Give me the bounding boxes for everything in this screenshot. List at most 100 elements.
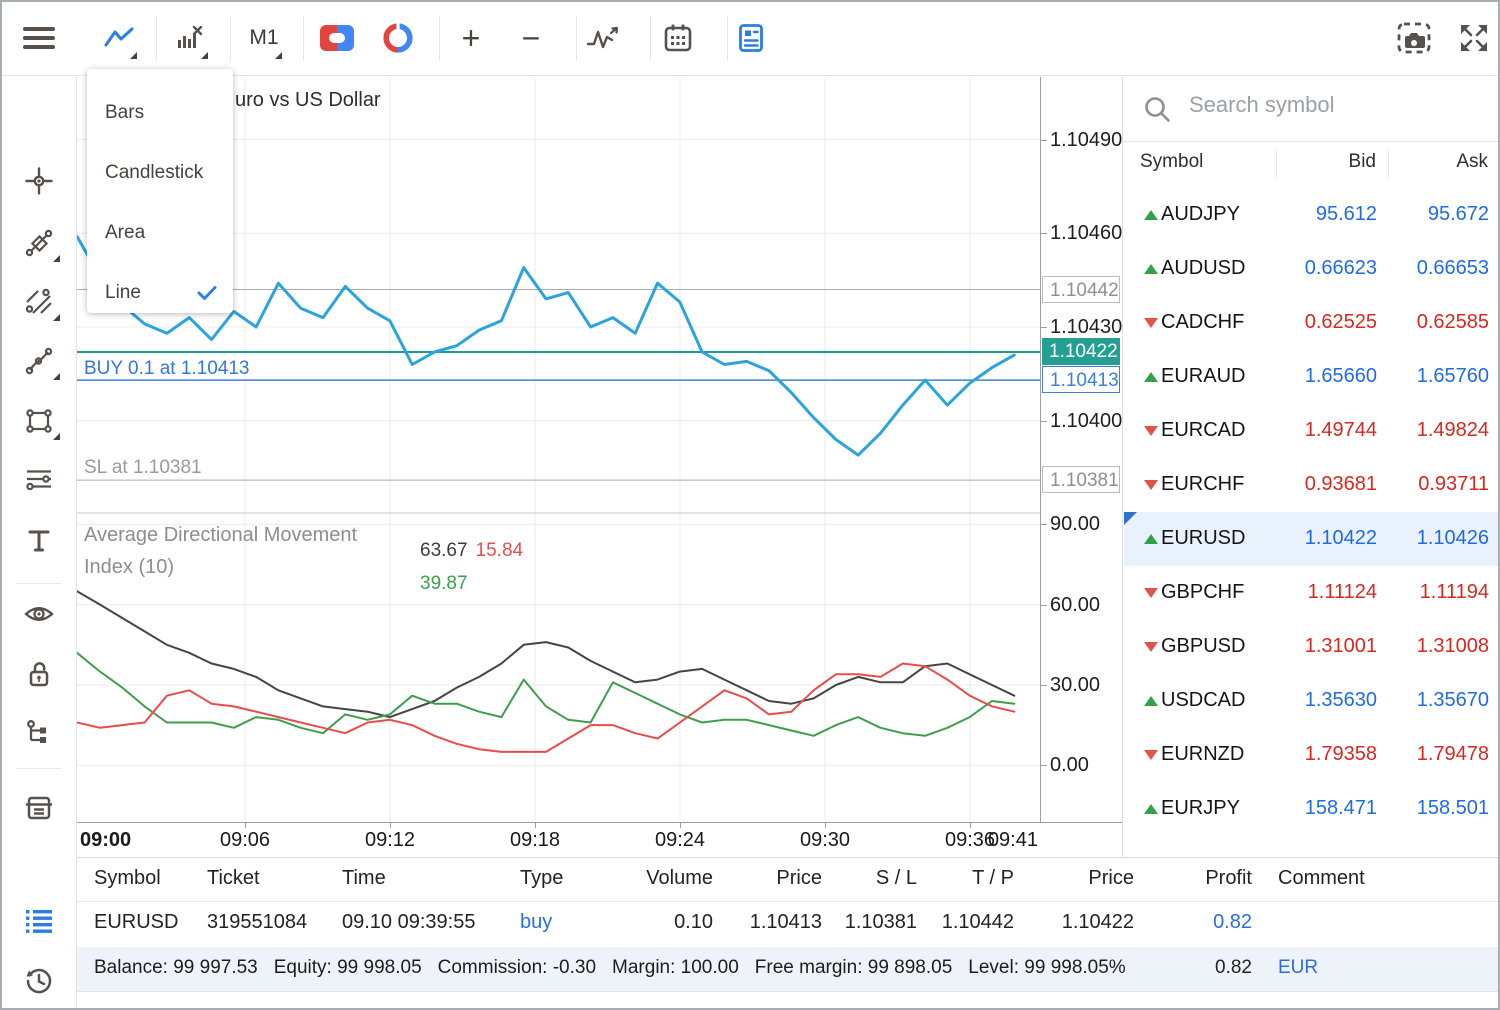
- price-axis[interactable]: 1.104901.104601.104301.1040090.0060.0030…: [1040, 77, 1123, 822]
- price-down-icon: [1144, 426, 1158, 436]
- adx-value: 63.67: [420, 540, 468, 561]
- indicator-name-line2: Index (10): [84, 556, 174, 579]
- polyline-tool-button[interactable]: [14, 336, 64, 386]
- market-watch-row[interactable]: EURJPY158.471158.501: [1124, 782, 1500, 836]
- price-axis-label: 1.10460: [1050, 221, 1122, 245]
- price-down-icon: [1144, 588, 1158, 598]
- market-watch-row[interactable]: GBPUSD1.310011.31008: [1124, 620, 1500, 674]
- toolbar-separator: [576, 16, 577, 61]
- history-clock-icon: [24, 966, 54, 996]
- toolbar-separator: [727, 16, 728, 61]
- unlock-icon: [26, 660, 52, 688]
- zoom-in-button[interactable]: +: [449, 11, 493, 65]
- position-tp: 1.10442: [904, 911, 1014, 934]
- one-click-trading-button[interactable]: [315, 11, 359, 65]
- timeframe-button[interactable]: M1: [242, 11, 286, 65]
- time-axis-tick: [680, 823, 681, 828]
- donut-chart-button[interactable]: [376, 11, 420, 65]
- axis-tick-mark: [1041, 685, 1047, 686]
- trade-list-button[interactable]: [14, 896, 64, 946]
- visibility-button[interactable]: [14, 589, 64, 639]
- parallel-lines-icon: [25, 288, 53, 316]
- channel-lines-tool-button[interactable]: [14, 277, 64, 327]
- market-watch-row[interactable]: EURCAD1.497441.49824: [1124, 404, 1500, 458]
- header-column-separator: [1276, 149, 1277, 179]
- symbol-name: EURUSD: [1161, 527, 1245, 550]
- calendar-button[interactable]: [656, 11, 700, 65]
- screenshot-button[interactable]: [1392, 11, 1436, 65]
- price-axis-label: 1.10400: [1050, 409, 1122, 433]
- summary-equity: Equity: 99 998.05: [274, 957, 422, 978]
- print-button[interactable]: [14, 783, 64, 833]
- market-watch-row[interactable]: USDCAD1.356301.35670: [1124, 674, 1500, 728]
- indicators-button[interactable]: [581, 11, 625, 65]
- bid-price: 0.66623: [1267, 257, 1377, 280]
- text-tool-button[interactable]: [14, 516, 64, 566]
- price-down-icon: [1144, 318, 1158, 328]
- hamburger-menu-icon: [22, 25, 56, 51]
- market-watch-row[interactable]: AUDJPY 95.61295.672: [1124, 188, 1500, 242]
- trade-column-header: S / L: [807, 867, 917, 890]
- chart-type-option-candlestick[interactable]: Candlestick: [87, 143, 233, 203]
- market-watch-column-symbol: Symbol: [1140, 151, 1260, 173]
- chart-type-option-line[interactable]: Line: [87, 263, 233, 323]
- crosshair-tool-button[interactable]: [14, 156, 64, 206]
- time-axis-tick: [535, 823, 536, 828]
- chart-type-option-area[interactable]: Area: [87, 203, 233, 263]
- lock-objects-button[interactable]: [14, 649, 64, 699]
- bid-price: 1.79358: [1267, 743, 1377, 766]
- symbol-name: EURJPY: [1161, 797, 1240, 820]
- horizontal-lines-tool-button[interactable]: [14, 455, 64, 505]
- toolbar-separator: [230, 16, 231, 61]
- ask-price: 1.65760: [1379, 365, 1489, 388]
- search-symbol-input[interactable]: [1187, 91, 1481, 119]
- objects-list-button[interactable]: [14, 708, 64, 758]
- market-watch-row[interactable]: GBPCHF1.111241.11194: [1124, 566, 1500, 620]
- market-watch-row[interactable]: EURCHF0.936810.93711: [1124, 458, 1500, 512]
- ask-price: 95.672: [1379, 203, 1489, 226]
- measure-tool-button[interactable]: [14, 218, 64, 268]
- time-axis-label: 09:41: [954, 829, 1038, 852]
- search-icon: [1143, 95, 1171, 123]
- bars-remove-icon: [177, 26, 203, 50]
- ask-price: 158.501: [1379, 797, 1489, 820]
- price-axis-label: 1.10430: [1050, 315, 1122, 339]
- shapes-tool-button[interactable]: [14, 396, 64, 446]
- timeframe-label: M1: [249, 26, 278, 50]
- bid-price: 0.62525: [1267, 311, 1377, 334]
- time-axis-tick: [390, 823, 391, 828]
- chart-type-button[interactable]: [97, 11, 141, 65]
- price-up-icon: [1144, 264, 1158, 274]
- bid-price: 95.612: [1267, 203, 1377, 226]
- ask-price: 0.93711: [1379, 473, 1489, 496]
- market-watch-row[interactable]: AUDUSD0.666230.66653: [1124, 242, 1500, 296]
- chart-type-option-bars[interactable]: Bars: [87, 83, 233, 143]
- indicator-values: 63.6715.84: [420, 540, 523, 562]
- terminal-window: M1 + −: [0, 0, 1500, 1010]
- equidistant-lines-icon: [25, 466, 53, 494]
- market-watch-row[interactable]: EURAUD1.656601.65760: [1124, 350, 1500, 404]
- account-summary-bar: Balance: 99 997.53Equity: 99 998.05Commi…: [77, 947, 1500, 992]
- remove-indicator-button[interactable]: [168, 11, 212, 65]
- market-watch-row[interactable]: EURNZD1.793581.79478: [1124, 728, 1500, 782]
- market-watch-row[interactable]: CADCHF0.625250.62585: [1124, 296, 1500, 350]
- open-position-row[interactable]: EURUSD31955108409.10 09:39:55buy0.101.10…: [77, 901, 1500, 948]
- trade-column-header: T / P: [904, 867, 1014, 890]
- zoom-in-icon: +: [462, 22, 481, 54]
- sidebar-divider: [16, 583, 62, 584]
- zoom-out-button[interactable]: −: [509, 11, 553, 65]
- trade-table-header: SymbolTicketTimeTypeVolumePriceS / LT / …: [77, 858, 1500, 902]
- history-button[interactable]: [14, 956, 64, 1006]
- account-currency: EUR: [1278, 957, 1318, 979]
- indicator-axis-label: 30.00: [1050, 673, 1100, 697]
- window-layout-button[interactable]: [729, 11, 773, 65]
- time-axis[interactable]: 09:0009:0609:1209:1809:2409:3009:3609:41: [77, 822, 1122, 858]
- trade-column-header: Volume: [603, 867, 713, 890]
- market-watch-row[interactable]: EURUSD1.104221.10426: [1124, 512, 1500, 566]
- document-panel-icon: [739, 24, 763, 52]
- time-axis-tick: [245, 823, 246, 828]
- main-menu-button[interactable]: [17, 11, 61, 65]
- price-up-icon: [1144, 696, 1158, 706]
- symbol-name: AUDJPY: [1161, 203, 1240, 226]
- fullscreen-button[interactable]: [1452, 11, 1496, 65]
